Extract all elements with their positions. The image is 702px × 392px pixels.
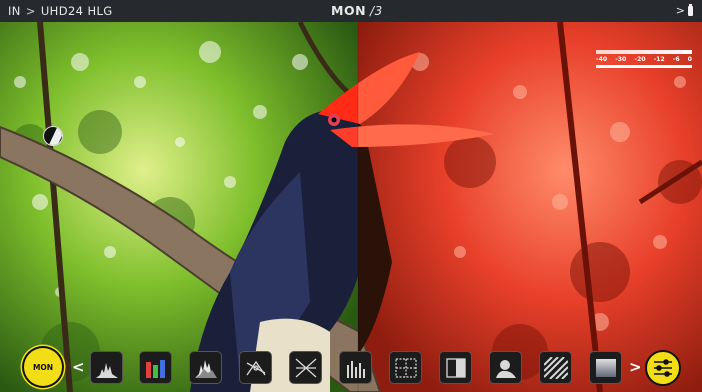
chevron-right-icon[interactable]: >: [629, 358, 642, 376]
scale-gradient: [596, 50, 692, 54]
settings-sliders-icon[interactable]: [645, 350, 681, 386]
zebra-icon[interactable]: [539, 351, 572, 384]
vectorscope-icon[interactable]: [239, 351, 272, 384]
scale-label: -20: [634, 56, 646, 63]
video-format: UHD24 HLG: [40, 4, 113, 18]
scale-label: 0: [687, 56, 692, 63]
breadcrumb-separator: >: [25, 4, 36, 18]
luma-histogram-icon[interactable]: [90, 351, 123, 384]
rgb-parade-icon[interactable]: [139, 351, 172, 384]
chevron-left-icon[interactable]: <: [72, 358, 85, 376]
monitor-toolbar: MON < >: [0, 345, 702, 392]
mode-suffix: /3: [370, 4, 383, 18]
scale-label: -12: [653, 56, 665, 63]
mode-label: MON: [331, 3, 367, 18]
cross-vector-icon[interactable]: [289, 351, 322, 384]
battery-status: >: [675, 3, 693, 17]
split-screen-icon[interactable]: [439, 351, 472, 384]
false-color-scale: -40 -30 -20 -12 -6 0: [596, 50, 692, 74]
split-view-image: [0, 22, 702, 392]
status-bar: IN > UHD24 HLG MON/3 >: [0, 0, 702, 22]
scale-label: -30: [615, 56, 627, 63]
frame-guides-icon[interactable]: [389, 351, 422, 384]
scale-label: -40: [596, 56, 608, 63]
exposure-dial-icon[interactable]: [43, 126, 63, 146]
scale-labels: -40 -30 -20 -12 -6 0: [596, 56, 692, 63]
mode-indicator: MON/3: [331, 3, 383, 18]
false-color-icon[interactable]: [589, 351, 622, 384]
input-format[interactable]: IN > UHD24 HLG: [8, 4, 113, 18]
battery-icon: [688, 3, 693, 16]
mon-button[interactable]: MON: [24, 348, 62, 386]
video-preview[interactable]: -40 -30 -20 -12 -6 0: [0, 22, 702, 392]
scale-bar: [596, 65, 692, 68]
battery-arrow: >: [675, 4, 685, 17]
focus-peaking-icon[interactable]: [489, 351, 522, 384]
scale-label: -6: [672, 56, 680, 63]
waveform-icon[interactable]: [189, 351, 222, 384]
input-label: IN: [8, 4, 21, 18]
audio-meters-icon[interactable]: [339, 351, 372, 384]
